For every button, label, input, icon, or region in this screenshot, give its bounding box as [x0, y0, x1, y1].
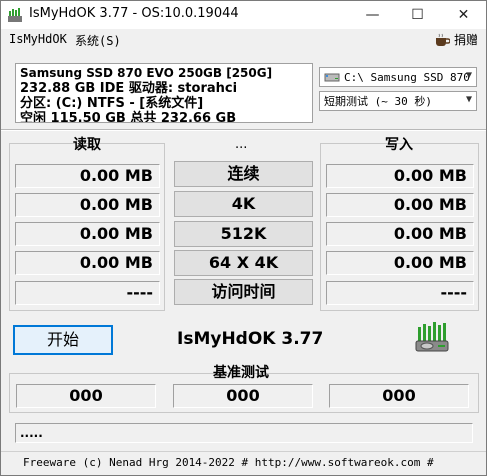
chevron-down-icon: ▼ [465, 94, 472, 105]
chevron-down-icon: ▼ [465, 70, 472, 81]
info-line-space: 空闲 115.50 GB 总共 232.66 GB [20, 111, 237, 123]
window-title: IsMyHdOK 3.77 - OS:10.0.19044 [29, 6, 239, 21]
read-value-4k: 0.00 MB [15, 193, 160, 217]
test-button-512k[interactable]: 512K [174, 221, 313, 247]
app-icon [8, 8, 22, 22]
drive-select-value: C:\ Samsung SSD 870 [344, 70, 470, 84]
benchmark-value-write: 000 [329, 384, 469, 408]
close-button[interactable]: ✕ [441, 1, 486, 29]
maximize-icon: ☐ [411, 7, 424, 23]
minimize-icon: — [365, 7, 380, 23]
donate-label: 捐赠 [453, 33, 478, 47]
test-button-4k[interactable]: 4K [174, 191, 313, 217]
menu-file[interactable]: IsMyHdOK [9, 32, 67, 46]
status-bar: ..... [15, 423, 473, 443]
maximize-button[interactable]: ☐ [395, 1, 440, 29]
read-value-sequential: 0.00 MB [15, 164, 160, 188]
write-value-4k: 0.00 MB [326, 193, 474, 217]
menu-system[interactable]: 系统(S) [75, 32, 121, 49]
separator [1, 129, 486, 131]
benchmark-value-total: 000 [173, 384, 313, 408]
footer-link[interactable]: Freeware (c) Nenad Hrg 2014-2022 # http:… [1, 451, 486, 473]
drive-info-box: Samsung SSD 870 EVO 250GB [250G] 232.88 … [15, 63, 313, 123]
write-value-sequential: 0.00 MB [326, 164, 474, 188]
test-mode-value: 短期测试 (~ 30 秒) [324, 95, 432, 108]
write-label: 写入 [385, 137, 413, 153]
read-value-access-time: ---- [15, 281, 160, 305]
app-name: IsMyHdOK 3.77 [177, 329, 324, 349]
donate-button[interactable]: 捐赠 [434, 31, 478, 48]
info-line-model: Samsung SSD 870 EVO 250GB [250G] [20, 66, 273, 80]
start-button[interactable]: 开始 [13, 325, 113, 355]
close-icon: ✕ [457, 7, 470, 23]
app-logo-icon [415, 322, 449, 352]
read-value-512k: 0.00 MB [15, 222, 160, 246]
drive-select[interactable]: C:\ Samsung SSD 870 ▼ [319, 67, 477, 87]
info-line-size: 232.88 GB IDE 驱动器: storahci [20, 81, 238, 96]
test-button-sequential[interactable]: 连续 [174, 161, 313, 187]
benchmark-value-read: 000 [16, 384, 156, 408]
coffee-cup-icon [435, 33, 450, 46]
write-value-512k: 0.00 MB [326, 222, 474, 246]
title-bar: IsMyHdOK 3.77 - OS:10.0.19044 — ☐ ✕ [1, 1, 486, 29]
minimize-button[interactable]: — [350, 1, 395, 29]
write-value-access-time: ---- [326, 281, 474, 305]
benchmark-label: 基准测试 [213, 365, 269, 381]
read-label: 读取 [73, 137, 101, 153]
read-value-64x4k: 0.00 MB [15, 251, 160, 275]
mid-label: ... [235, 137, 248, 152]
write-value-64x4k: 0.00 MB [326, 251, 474, 275]
drive-icon [324, 73, 340, 82]
app-window: IsMyHdOK 3.77 - OS:10.0.19044 — ☐ ✕ IsMy… [0, 0, 487, 476]
test-mode-select[interactable]: 短期测试 (~ 30 秒) ▼ [319, 91, 477, 111]
info-line-partition: 分区: (C:) NTFS - [系统文件] [20, 96, 204, 111]
test-button-64x4k[interactable]: 64 X 4K [174, 250, 313, 276]
menu-bar: IsMyHdOK 系统(S) 捐赠 [1, 29, 486, 49]
test-button-access-time[interactable]: 访问时间 [174, 279, 313, 305]
